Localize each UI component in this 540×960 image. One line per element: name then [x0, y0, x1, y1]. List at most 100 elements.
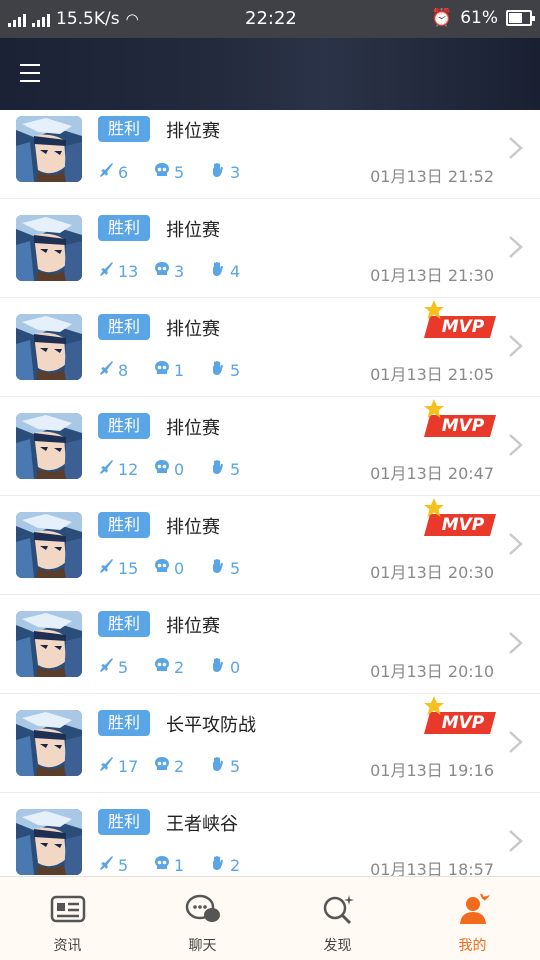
assists-stat: 0 [210, 657, 266, 677]
match-row[interactable]: 胜利 排位赛 15 0 5 01月13日 20:30 MVP [0, 496, 540, 595]
match-time: 01月13日 21:30 [370, 266, 494, 285]
match-time: 01月13日 21:52 [370, 167, 494, 186]
deaths-stat: 1 [154, 855, 210, 875]
kills-stat: 6 [98, 162, 154, 182]
mvp-badge: MVP [420, 496, 498, 540]
hamburger-menu-icon[interactable] [20, 62, 42, 84]
tab-profile[interactable]: 我的 [405, 877, 540, 960]
match-row[interactable]: 胜利 排位赛 6 5 3 01月13日 21:52 [0, 110, 540, 199]
game-mode: 排位赛 [166, 418, 220, 439]
kda-stats: 17 2 5 [98, 756, 266, 776]
mvp-badge: MVP [420, 298, 498, 342]
match-time: 01月13日 19:16 [370, 761, 494, 780]
battery-icon [506, 10, 535, 26]
chevron-right-icon [506, 532, 526, 556]
match-row[interactable]: 胜利 排位赛 5 2 0 01月13日 20:10 [0, 595, 540, 694]
chevron-right-icon [506, 730, 526, 754]
hand-icon [210, 261, 226, 281]
app-header [0, 38, 540, 110]
hero-avatar [16, 710, 82, 776]
deaths-value: 3 [174, 261, 185, 281]
assists-value: 0 [230, 657, 241, 677]
assists-stat: 5 [210, 756, 266, 776]
hand-icon [210, 162, 226, 182]
kills-stat: 8 [98, 360, 154, 380]
match-row[interactable]: 胜利 排位赛 12 0 5 01月13日 20:47 MVP [0, 397, 540, 496]
mvp-label: MVP [441, 713, 485, 733]
assists-stat: 5 [210, 459, 266, 479]
skull-icon [154, 558, 170, 578]
match-row[interactable]: 胜利 排位赛 13 3 4 01月13日 21:30 [0, 199, 540, 298]
deaths-value: 1 [174, 855, 185, 875]
assists-stat: 4 [210, 261, 266, 281]
kda-stats: 15 0 5 [98, 558, 266, 578]
hero-avatar [16, 512, 82, 578]
sword-icon [98, 261, 114, 281]
status-time: 22:22 [245, 8, 297, 29]
tab-chat[interactable]: 聊天 [135, 877, 270, 960]
deaths-value: 5 [174, 162, 185, 182]
hand-icon [210, 756, 226, 776]
match-time: 01月13日 18:57 [370, 860, 494, 876]
sword-icon [98, 459, 114, 479]
match-time: 01月13日 20:10 [370, 662, 494, 681]
battery-percent: 61% [460, 8, 498, 28]
kills-value: 13 [118, 261, 139, 281]
kda-stats: 6 5 3 [98, 162, 266, 182]
assists-value: 5 [230, 558, 241, 578]
hand-icon [210, 360, 226, 380]
chevron-right-icon [506, 631, 526, 655]
signal-icon [8, 11, 26, 27]
chevron-right-icon [506, 334, 526, 358]
match-time: 01月13日 20:30 [370, 563, 494, 582]
tab-news[interactable]: 资讯 [0, 877, 135, 960]
deaths-stat: 2 [154, 657, 210, 677]
chevron-right-icon [506, 433, 526, 457]
game-mode: 长平攻防战 [166, 715, 256, 736]
news-icon [50, 893, 86, 929]
kills-stat: 13 [98, 261, 154, 281]
assists-stat: 5 [210, 360, 266, 380]
skull-icon [154, 162, 170, 182]
assists-value: 3 [230, 162, 241, 182]
assists-value: 5 [230, 756, 241, 776]
mvp-label: MVP [441, 317, 485, 337]
hand-icon [210, 855, 226, 875]
skull-icon [154, 756, 170, 776]
game-mode: 排位赛 [166, 319, 220, 340]
match-time: 01月13日 20:47 [370, 464, 494, 483]
hero-avatar [16, 314, 82, 380]
kills-value: 5 [118, 657, 129, 677]
tab-discover[interactable]: 发现 [270, 877, 405, 960]
match-row[interactable]: 胜利 王者峡谷 5 1 2 01月13日 18:57 [0, 793, 540, 876]
result-badge: 胜利 [98, 215, 150, 241]
kills-stat: 5 [98, 855, 154, 875]
hero-avatar [16, 809, 82, 875]
tab-label: 我的 [458, 938, 487, 954]
sword-icon [98, 558, 114, 578]
skull-icon [154, 360, 170, 380]
sword-icon [98, 756, 114, 776]
tab-label: 发现 [323, 938, 352, 954]
deaths-value: 2 [174, 756, 185, 776]
hero-avatar [16, 413, 82, 479]
chevron-right-icon [506, 136, 526, 160]
match-row[interactable]: 胜利 长平攻防战 17 2 5 01月13日 19:16 MVP [0, 694, 540, 793]
match-row[interactable]: 胜利 排位赛 8 1 5 01月13日 21:05 MVP [0, 298, 540, 397]
match-time: 01月13日 21:05 [370, 365, 494, 384]
assists-value: 5 [230, 360, 241, 380]
deaths-value: 0 [174, 459, 185, 479]
assists-value: 2 [230, 855, 241, 875]
match-list[interactable]: 胜利 排位赛 6 5 3 01月13日 21:52 胜利 排位赛 13 3 4 … [0, 110, 540, 876]
result-badge: 胜利 [98, 710, 150, 736]
deaths-stat: 0 [154, 459, 210, 479]
kills-stat: 12 [98, 459, 154, 479]
assists-stat: 2 [210, 855, 266, 875]
hero-avatar [16, 611, 82, 677]
deaths-stat: 1 [154, 360, 210, 380]
kills-value: 5 [118, 855, 129, 875]
kda-stats: 12 0 5 [98, 459, 266, 479]
deaths-stat: 0 [154, 558, 210, 578]
chevron-right-icon [506, 829, 526, 853]
kills-value: 15 [118, 558, 139, 578]
